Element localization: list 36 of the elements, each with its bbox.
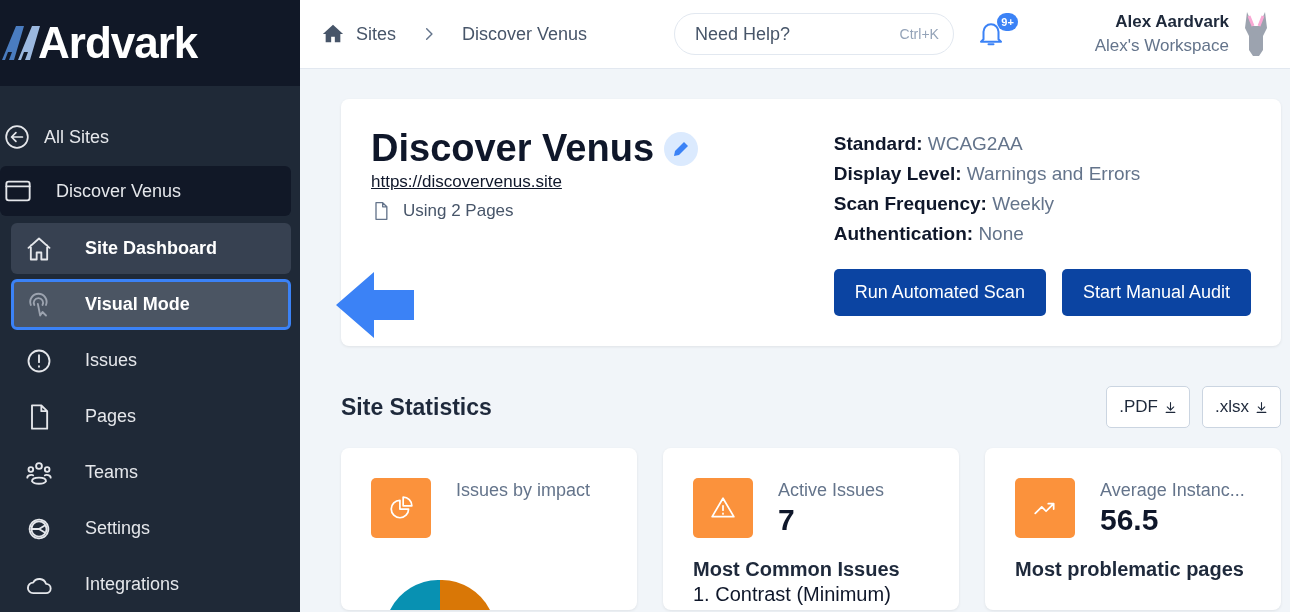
sidebar-item[interactable]: Teams <box>11 447 291 498</box>
action-button[interactable]: Run Automated Scan <box>833 269 1046 316</box>
workspace-name: Alex's Workspace <box>1094 36 1229 56</box>
stat-heading: Most problematic pages <box>1015 557 1245 582</box>
site-detail: Display Level: Warnings and Errors <box>833 162 1141 186</box>
sidebar-item[interactable]: Visual Mode <box>11 279 291 330</box>
sidebar-item[interactable]: Integrations <box>11 559 291 610</box>
stat-value: 56.5 <box>1100 503 1160 537</box>
stat-label: Issues by impact <box>456 480 591 501</box>
shortcut-hint: Ctrl+K <box>899 26 939 42</box>
site-detail: Scan Frequency: Weekly <box>833 192 1056 216</box>
site-menu-header[interactable]: Discover Venus <box>0 166 291 216</box>
stat-heading: Most Common Issues <box>693 557 901 582</box>
site-url-link[interactable]: https://discovervenus.site <box>371 172 834 192</box>
sidebar-item[interactable]: Site Dashboard <box>11 223 291 274</box>
site-title: Discover Venus <box>371 127 655 170</box>
breadcrumb-link[interactable]: Sites <box>356 23 397 45</box>
sidebar-item[interactable]: Pages <box>11 391 291 442</box>
stat-label: Active Issues <box>778 480 885 501</box>
export-button[interactable]: .PDF <box>1106 386 1190 428</box>
sidebar-item[interactable]: Issues <box>11 335 291 386</box>
section-title: Site Statistics <box>341 393 492 421</box>
site-detail: Standard: WCAG2AA <box>833 132 1024 156</box>
back-link[interactable]: All Sites <box>0 112 300 162</box>
action-button[interactable]: Start Manual Audit <box>1061 269 1251 316</box>
sidebar-item[interactable]: Settings <box>11 503 291 554</box>
breadcrumb-current: Discover Venus <box>462 23 588 45</box>
export-button[interactable]: .xlsx <box>1202 386 1281 428</box>
site-detail: Authentication: None <box>833 222 1025 246</box>
issue-item: 1. Contrast (Minimum) <box>693 582 892 606</box>
page-count: Using 2 Pages <box>403 201 514 221</box>
logo-text: Ardvark <box>38 18 198 68</box>
stat-value: 7 <box>778 503 796 537</box>
user-name: Alex Aardvark <box>1115 12 1229 32</box>
stat-label: Average Instanc... <box>1100 480 1245 501</box>
notification-count: 9+ <box>997 13 1018 31</box>
